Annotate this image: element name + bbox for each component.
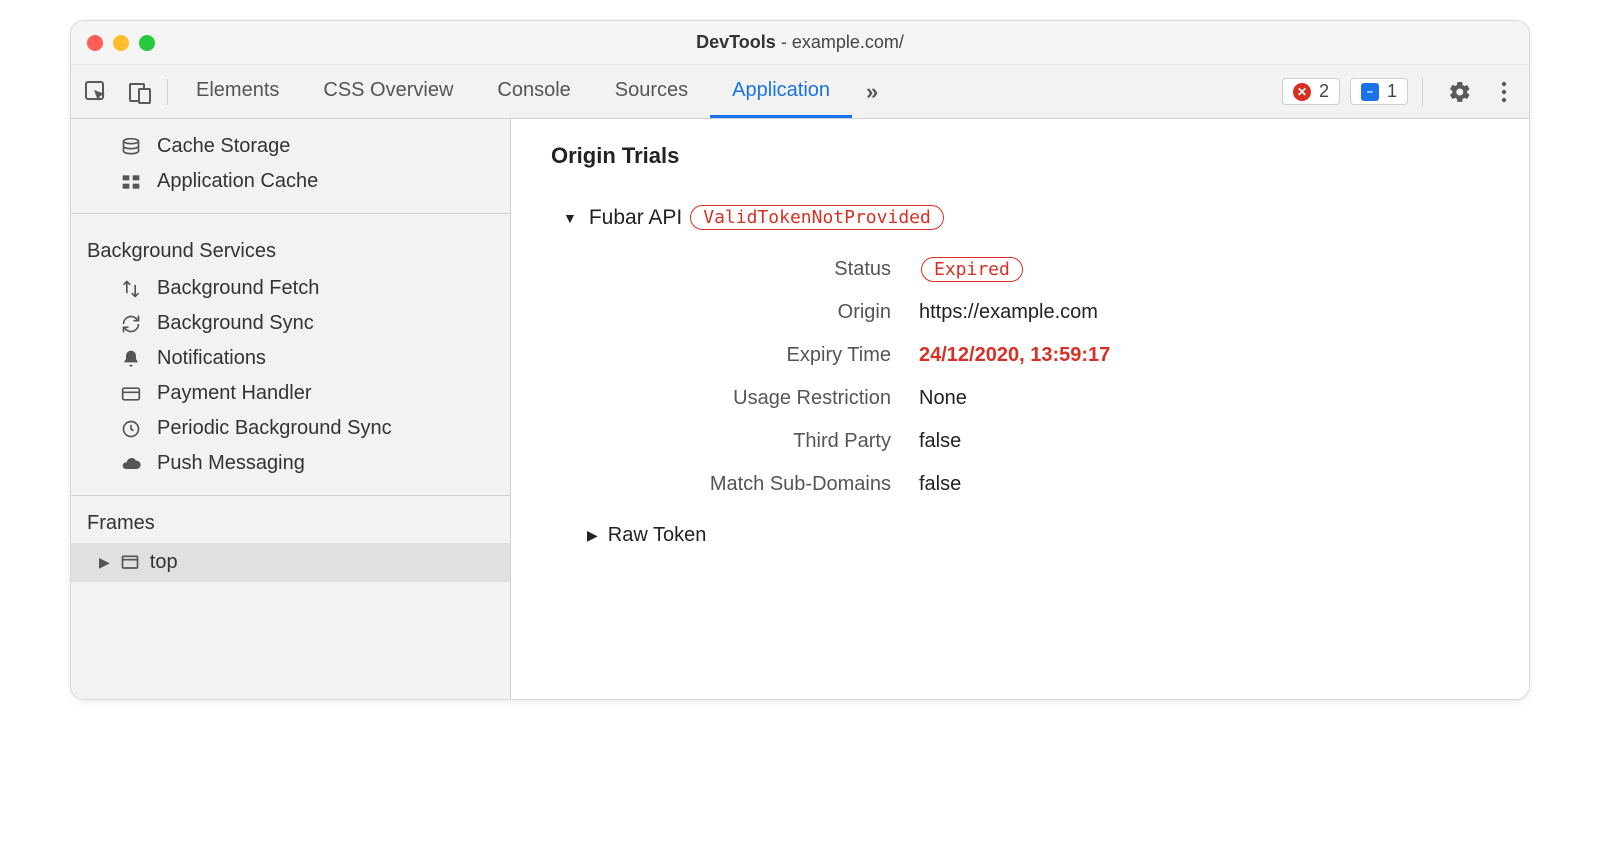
label-third-party: Third Party [591, 430, 891, 453]
minimize-window-button[interactable] [113, 35, 129, 51]
sidebar-heading-background-services: Background Services [71, 224, 510, 271]
divider [1422, 78, 1423, 106]
titlebar: DevTools - example.com/ [71, 21, 1529, 65]
sidebar-label: Cache Storage [157, 135, 290, 158]
disclosure-triangle-icon[interactable]: ▶ [587, 527, 598, 544]
tab-css-overview[interactable]: CSS Overview [301, 65, 475, 118]
frames-tree-top[interactable]: ▶ top [71, 543, 510, 582]
toolbar: Elements CSS Overview Console Sources Ap… [71, 65, 1529, 119]
tab-sources[interactable]: Sources [593, 65, 710, 118]
tab-application[interactable]: Application [710, 65, 852, 118]
clock-icon [119, 419, 143, 439]
sidebar-item-notifications[interactable]: Notifications [71, 341, 510, 376]
sidebar-item-cache-storage[interactable]: Cache Storage [71, 129, 510, 164]
label-origin: Origin [591, 301, 891, 324]
sidebar-item-push-messaging[interactable]: Push Messaging [71, 446, 510, 481]
sidebar-item-background-fetch[interactable]: Background Fetch [71, 271, 510, 306]
label-expiry: Expiry Time [591, 344, 891, 367]
window-title-location: example.com/ [792, 32, 904, 52]
origin-trials-panel: Origin Trials ▼ Fubar API ValidTokenNotP… [511, 119, 1529, 699]
sidebar-label: Background Fetch [157, 277, 319, 300]
close-window-button[interactable] [87, 35, 103, 51]
sidebar-label: Periodic Background Sync [157, 417, 392, 440]
disclosure-triangle-icon[interactable]: ▼ [563, 210, 577, 226]
raw-token-row[interactable]: ▶ Raw Token [551, 524, 1489, 547]
more-tabs-button[interactable]: » [852, 79, 892, 105]
value-third-party: false [919, 430, 1489, 453]
devtools-window: DevTools - example.com/ Elements CSS Ove… [70, 20, 1530, 700]
panel-tabs: Elements CSS Overview Console Sources Ap… [174, 65, 852, 118]
token-status-badge: ValidTokenNotProvided [690, 205, 944, 230]
errors-counter[interactable]: ✕ 2 [1282, 78, 1340, 105]
kebab-menu-icon[interactable] [1491, 79, 1517, 105]
origin-trial-name: Fubar API [589, 206, 682, 230]
label-status: Status [591, 258, 891, 281]
frame-icon [120, 553, 140, 573]
origin-trial-row[interactable]: ▼ Fubar API ValidTokenNotProvided [551, 205, 1489, 230]
device-toolbar-icon[interactable] [127, 79, 153, 105]
sidebar-label: Notifications [157, 347, 266, 370]
tab-elements[interactable]: Elements [174, 65, 301, 118]
value-status: Expired [919, 258, 1489, 281]
grid-icon [119, 172, 143, 192]
label-usage-restriction: Usage Restriction [591, 387, 891, 410]
sidebar-label: Application Cache [157, 170, 318, 193]
sidebar-item-periodic-background-sync[interactable]: Periodic Background Sync [71, 411, 510, 446]
errors-count: 2 [1319, 81, 1329, 102]
origin-trial-details: Status Expired Origin https://example.co… [551, 258, 1489, 496]
bell-icon [119, 349, 143, 369]
disclosure-triangle-icon[interactable]: ▶ [99, 554, 110, 571]
maximize-window-button[interactable] [139, 35, 155, 51]
value-usage-restriction: None [919, 387, 1489, 410]
message-icon: – [1361, 83, 1379, 101]
sidebar-label: Push Messaging [157, 452, 305, 475]
database-icon [119, 137, 143, 157]
value-match-subdomains: false [919, 473, 1489, 496]
window-title-app: DevTools [696, 32, 776, 52]
value-expiry: 24/12/2020, 13:59:17 [919, 344, 1489, 367]
sync-icon [119, 314, 143, 334]
value-origin: https://example.com [919, 301, 1489, 324]
sidebar-item-background-sync[interactable]: Background Sync [71, 306, 510, 341]
sidebar-item-payment-handler[interactable]: Payment Handler [71, 376, 510, 411]
frame-name: top [150, 551, 178, 574]
status-badge: Expired [921, 257, 1023, 282]
transfer-icon [119, 279, 143, 299]
settings-icon[interactable] [1447, 79, 1473, 105]
messages-counter[interactable]: – 1 [1350, 78, 1408, 105]
application-sidebar: Cache Storage Application Cache Backgrou… [71, 119, 511, 699]
tab-console[interactable]: Console [475, 65, 592, 118]
credit-card-icon [119, 384, 143, 404]
traffic-lights [87, 35, 155, 51]
window-title: DevTools - example.com/ [71, 32, 1529, 53]
sidebar-label: Payment Handler [157, 382, 312, 405]
error-icon: ✕ [1293, 83, 1311, 101]
inspect-element-icon[interactable] [83, 79, 109, 105]
messages-count: 1 [1387, 81, 1397, 102]
sidebar-heading-frames: Frames [71, 496, 510, 543]
sidebar-item-application-cache[interactable]: Application Cache [71, 164, 510, 199]
label-match-subdomains: Match Sub-Domains [591, 473, 891, 496]
raw-token-label: Raw Token [608, 524, 707, 547]
cloud-icon [119, 454, 143, 474]
sidebar-label: Background Sync [157, 312, 314, 335]
panel-heading: Origin Trials [551, 143, 1489, 169]
